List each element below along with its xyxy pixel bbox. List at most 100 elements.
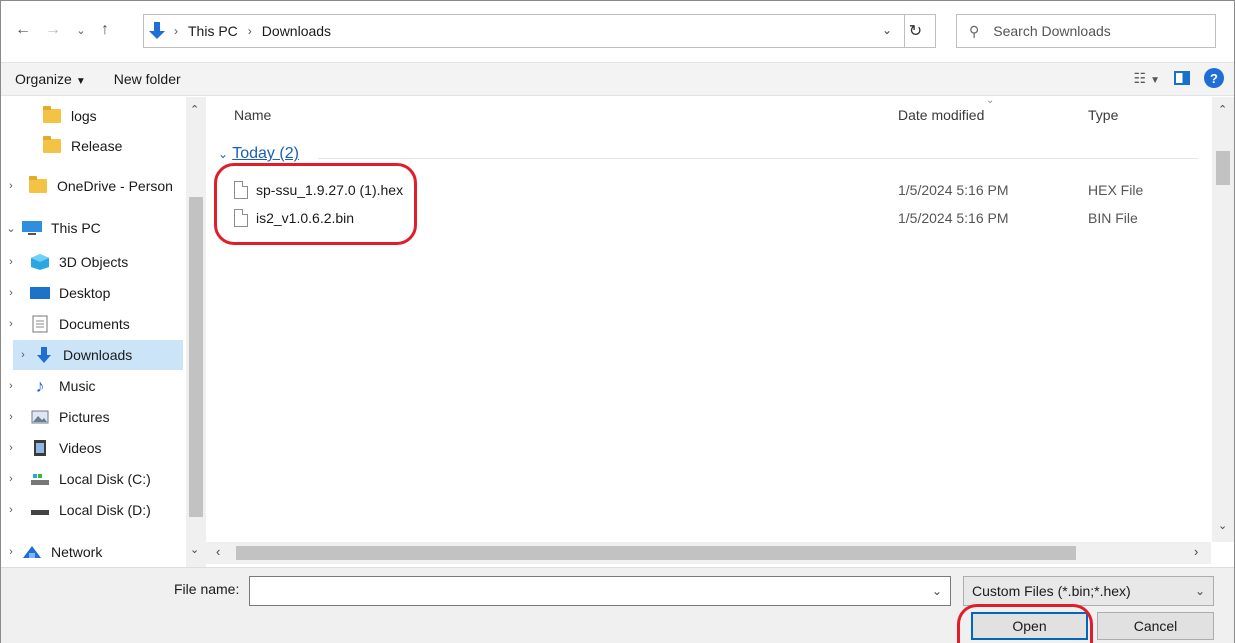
nav-item-label: Documents	[59, 316, 130, 332]
address-dropdown-chevron-icon[interactable]: ⌄	[882, 23, 892, 37]
breadcrumb-separator-icon: ›	[174, 24, 178, 38]
filter-dropdown-chevron-icon[interactable]: ⌄	[1195, 584, 1205, 598]
search-icon: ⚲	[969, 22, 980, 39]
file-list: Name Date modified ⌄ Type ⌄ Today (2) sp…	[206, 95, 1234, 542]
expand-chevron-icon[interactable]: ›	[1, 380, 21, 392]
nav-item-downloads[interactable]: › Downloads	[13, 340, 183, 370]
file-name: is2_v1.0.6.2.bin	[256, 210, 355, 226]
column-header-type[interactable]: Type	[1088, 107, 1118, 123]
forward-arrow-icon[interactable]: →	[41, 18, 65, 42]
nav-item-label: Network	[51, 544, 103, 560]
nav-item-label: Release	[71, 138, 123, 154]
caret-down-icon: ▼	[75, 76, 86, 87]
nav-item-logs[interactable]: logs	[1, 101, 186, 131]
nav-item-pictures[interactable]: › Pictures	[1, 402, 186, 432]
scroll-left-chevron-icon[interactable]: ‹	[216, 544, 220, 559]
cancel-button[interactable]: Cancel	[1097, 612, 1214, 640]
nav-item-network[interactable]: › Network	[1, 537, 186, 567]
nav-item-this-pc[interactable]: ⌄ This PC	[1, 213, 186, 243]
nav-item-label: Local Disk (D:)	[59, 502, 151, 518]
computer-icon	[21, 219, 43, 237]
expand-chevron-icon[interactable]: ›	[1, 546, 21, 558]
search-box[interactable]: ⚲ Search Downloads	[956, 14, 1216, 48]
scroll-up-chevron-icon[interactable]: ⌃	[1218, 103, 1227, 116]
help-icon[interactable]: ?	[1204, 68, 1224, 88]
file-list-vertical-scrollbar[interactable]: ⌃ ⌄	[1212, 97, 1234, 542]
file-name-label: File name:	[174, 581, 240, 597]
expand-chevron-icon[interactable]: ›	[1, 318, 21, 330]
file-type: HEX File	[1088, 182, 1144, 198]
expand-chevron-icon[interactable]: ›	[13, 349, 33, 361]
file-icon	[234, 209, 248, 227]
expand-chevron-icon[interactable]: ›	[1, 256, 21, 268]
nav-pane-scrollbar[interactable]: ⌃ ⌄	[186, 97, 206, 567]
preview-pane-icon[interactable]	[1174, 71, 1190, 85]
downloads-location-icon	[149, 22, 165, 39]
scroll-down-chevron-icon[interactable]: ⌄	[1218, 519, 1227, 532]
change-view-icon[interactable]: ☷ ▼	[1134, 70, 1160, 87]
nav-scroll-thumb[interactable]	[189, 197, 203, 517]
file-row[interactable]: sp-ssu_1.9.27.0 (1).hex 1/5/2024 5:16 PM…	[206, 179, 1206, 205]
file-type-filter-select[interactable]: Custom Files (*.bin;*.hex) ⌄	[963, 576, 1214, 606]
nav-item-desktop[interactable]: › Desktop	[1, 278, 186, 308]
folder-icon	[41, 136, 63, 155]
nav-item-local-disk-c[interactable]: › Local Disk (C:)	[1, 464, 186, 494]
nav-item-music[interactable]: › ♪ Music	[1, 371, 186, 401]
column-header-date-modified[interactable]: Date modified	[898, 107, 984, 123]
nav-item-label: logs	[71, 108, 97, 124]
breadcrumb-this-pc[interactable]: This PC	[184, 23, 242, 39]
expand-chevron-icon[interactable]: ›	[1, 504, 21, 516]
scroll-down-chevron-icon[interactable]: ⌄	[190, 543, 199, 556]
toolbar-right-group: ☷ ▼ ?	[1134, 68, 1224, 88]
dialog-footer: File name: ⌄ Custom Files (*.bin;*.hex) …	[1, 567, 1234, 643]
expand-chevron-icon[interactable]: ›	[1, 473, 21, 485]
back-arrow-icon[interactable]: ←	[11, 18, 35, 42]
nav-item-label: Music	[59, 378, 96, 394]
nav-item-onedrive[interactable]: › OneDrive - Person	[1, 171, 186, 201]
videos-icon	[29, 439, 51, 457]
expand-chevron-icon[interactable]: ›	[1, 287, 21, 299]
local-disk-icon	[29, 501, 51, 519]
nav-item-documents[interactable]: › Documents	[1, 309, 186, 339]
nav-item-label: Local Disk (C:)	[59, 471, 151, 487]
up-arrow-icon[interactable]: ↑	[93, 18, 117, 42]
search-placeholder: Search Downloads	[993, 23, 1111, 39]
nav-item-label: OneDrive - Person	[57, 178, 173, 194]
expand-chevron-icon[interactable]: ›	[1, 411, 21, 423]
vertical-scroll-thumb[interactable]	[1216, 151, 1230, 185]
file-row[interactable]: is2_v1.0.6.2.bin 1/5/2024 5:16 PM BIN Fi…	[206, 207, 1206, 233]
breadcrumb-downloads[interactable]: Downloads	[258, 23, 335, 39]
organize-button[interactable]: Organize ▼	[1, 71, 100, 87]
navigation-pane: logs Release › OneDrive - Person ⌄ This …	[1, 97, 206, 567]
address-bar[interactable]: › This PC › Downloads ⌄	[143, 14, 905, 48]
organize-label: Organize	[15, 71, 72, 87]
documents-icon	[29, 315, 51, 333]
open-button[interactable]: Open	[971, 612, 1088, 640]
nav-item-videos[interactable]: › Videos	[1, 433, 186, 463]
scroll-up-chevron-icon[interactable]: ⌃	[190, 103, 199, 116]
nav-item-3d-objects[interactable]: › 3D Objects	[1, 247, 186, 277]
expand-chevron-icon[interactable]: ›	[1, 442, 21, 454]
collapse-chevron-icon[interactable]: ⌄	[1, 222, 21, 235]
recent-locations-chevron-icon[interactable]: ⌄	[69, 18, 93, 42]
nav-item-local-disk-d[interactable]: › Local Disk (D:)	[1, 495, 186, 525]
music-icon: ♪	[35, 375, 45, 396]
nav-item-release[interactable]: Release	[1, 131, 186, 161]
downloads-icon	[33, 346, 55, 364]
refresh-icon[interactable]: ↻	[896, 14, 936, 48]
file-name-dropdown-chevron-icon[interactable]: ⌄	[932, 584, 942, 598]
nav-item-label: This PC	[51, 220, 101, 236]
new-folder-button[interactable]: New folder	[100, 71, 195, 87]
file-list-horizontal-scrollbar[interactable]: ‹ ›	[206, 542, 1211, 564]
group-header-today[interactable]: ⌄ Today (2)	[218, 145, 299, 163]
horizontal-scroll-thumb[interactable]	[236, 546, 1076, 560]
file-name-input[interactable]: ⌄	[249, 576, 951, 606]
folder-icon	[27, 176, 49, 195]
group-collapse-chevron-icon: ⌄	[218, 147, 229, 161]
breadcrumb-separator-icon: ›	[247, 24, 252, 38]
command-toolbar: Organize ▼ New folder ☷ ▼ ?	[1, 62, 1234, 96]
column-header-name[interactable]: Name	[234, 107, 271, 123]
scroll-right-chevron-icon[interactable]: ›	[1194, 544, 1198, 559]
nav-item-label: Videos	[59, 440, 102, 456]
expand-chevron-icon[interactable]: ›	[1, 180, 21, 192]
